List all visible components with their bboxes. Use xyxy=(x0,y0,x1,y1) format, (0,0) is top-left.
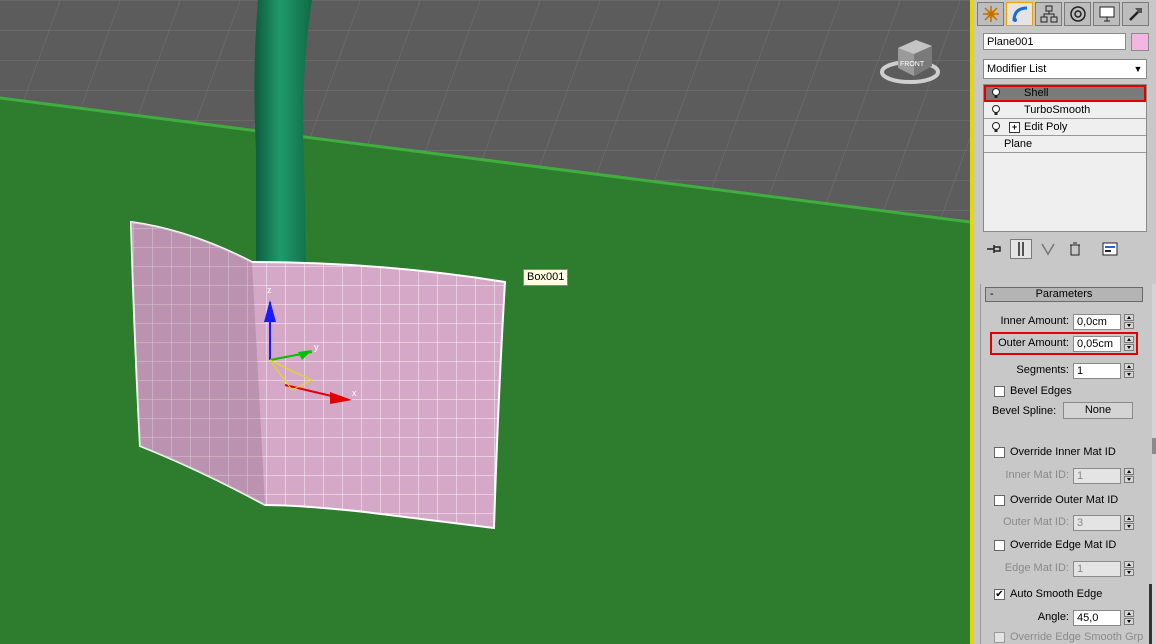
outer-mat-id-label: Outer Mat ID: xyxy=(1002,516,1069,528)
hierarchy-icon xyxy=(1040,5,1057,23)
bevel-edges-label: Bevel Edges xyxy=(1010,385,1072,397)
stack-item-label: Edit Poly xyxy=(1024,121,1068,133)
lightbulb-icon[interactable] xyxy=(990,104,1002,116)
inner-mat-id-spinner[interactable] xyxy=(1124,468,1134,484)
object-color-swatch[interactable] xyxy=(1131,33,1149,51)
override-edge-mat-label: Override Edge Mat ID xyxy=(1010,539,1117,551)
stack-item-label: TurboSmooth xyxy=(1024,104,1091,116)
tab-modify[interactable] xyxy=(1006,2,1033,26)
configure-icon xyxy=(1102,242,1118,256)
modifier-list-label: Modifier List xyxy=(987,63,1047,75)
segments-field[interactable]: 1 xyxy=(1073,363,1121,379)
bevel-spline-label: Bevel Spline: xyxy=(992,405,1057,417)
override-outer-mat-checkbox[interactable] xyxy=(994,495,1005,506)
bevel-spline-button[interactable]: None xyxy=(1063,402,1133,419)
utilities-icon xyxy=(1128,8,1142,21)
show-end-result-button[interactable] xyxy=(1010,239,1032,259)
override-edge-mat-checkbox[interactable] xyxy=(994,540,1005,551)
override-outer-mat-label: Override Outer Mat ID xyxy=(1010,494,1119,506)
viewcube-front-label: FRONT xyxy=(900,61,925,68)
edge-mat-id-spinner[interactable] xyxy=(1124,561,1134,577)
expand-plus-icon[interactable]: + xyxy=(1009,122,1020,133)
angle-field[interactable]: 45,0 xyxy=(1073,610,1121,626)
stack-item-shell[interactable]: Shell xyxy=(984,85,1146,102)
viewport-scene: z y x xyxy=(0,0,970,644)
command-panel-tabs xyxy=(977,2,1151,26)
segments-spinner[interactable] xyxy=(1124,363,1134,379)
command-panel: Plane001 Modifier List ▼ Shell TurboSmoo… xyxy=(974,0,1156,644)
stack-item-label: Plane xyxy=(1004,138,1033,150)
outer-amount-field[interactable]: 0,05cm xyxy=(1073,336,1121,352)
stack-item-turbosmooth[interactable]: TurboSmooth xyxy=(984,102,1146,119)
outer-mat-id-field[interactable]: 3 xyxy=(1073,515,1121,531)
display-icon xyxy=(1099,6,1114,22)
perspective-viewport[interactable]: z y x FRONT Box001 xyxy=(0,0,970,644)
stack-item-plane[interactable]: Plane xyxy=(984,136,1146,153)
lightbulb-icon[interactable] xyxy=(990,121,1002,133)
panel-scrollbar[interactable] xyxy=(1152,284,1156,644)
svg-text:x: x xyxy=(352,388,357,398)
inner-amount-spinner[interactable] xyxy=(1124,314,1134,330)
edge-mat-id-label: Edge Mat ID: xyxy=(1004,562,1069,574)
outer-amount-spinner[interactable] xyxy=(1124,336,1134,352)
modifier-stack: Shell TurboSmooth + Edit Poly Plane xyxy=(983,84,1147,232)
parameters-rollout-header[interactable]: - Parameters xyxy=(985,287,1143,302)
chevron-down-icon: ▼ xyxy=(1133,64,1143,74)
lightbulb-icon[interactable] xyxy=(990,87,1002,99)
panel-edge-bar xyxy=(1149,584,1152,644)
auto-smooth-edge-label: Auto Smooth Edge xyxy=(1010,588,1103,600)
modify-icon xyxy=(1012,6,1027,22)
angle-spinner[interactable] xyxy=(1124,610,1134,626)
inner-amount-label: Inner Amount: xyxy=(1000,315,1070,327)
tab-utilities[interactable] xyxy=(1122,2,1149,26)
trash-icon xyxy=(1070,242,1080,256)
viewcube[interactable]: FRONT xyxy=(880,36,940,86)
modifier-list-dropdown[interactable]: Modifier List ▼ xyxy=(983,59,1147,79)
pin-stack-button[interactable] xyxy=(983,239,1005,259)
stack-item-label: Shell xyxy=(1024,87,1049,99)
object-tooltip: Box001 xyxy=(523,269,569,286)
make-unique-button[interactable] xyxy=(1037,239,1059,259)
inner-mat-id-label: Inner Mat ID: xyxy=(1005,469,1069,481)
end-result-icon xyxy=(1018,242,1024,256)
outer-amount-label: Outer Amount: xyxy=(998,337,1069,349)
object-name-field[interactable]: Plane001 xyxy=(983,33,1126,50)
edge-mat-id-field[interactable]: 1 xyxy=(1073,561,1121,577)
inner-mat-id-field[interactable]: 1 xyxy=(1073,468,1121,484)
motion-icon xyxy=(1069,6,1086,22)
rollout-title: Parameters xyxy=(1035,288,1093,300)
auto-smooth-edge-checkbox[interactable]: ✔ xyxy=(994,589,1005,600)
override-inner-mat-checkbox[interactable] xyxy=(994,447,1005,458)
svg-text:y: y xyxy=(314,342,319,352)
tab-motion[interactable] xyxy=(1064,2,1091,26)
outer-mat-id-spinner[interactable] xyxy=(1124,515,1134,531)
create-icon xyxy=(982,6,999,22)
segments-label: Segments: xyxy=(1016,364,1069,376)
inner-amount-field[interactable]: 0,0cm xyxy=(1073,314,1121,330)
svg-text:z: z xyxy=(267,285,272,295)
override-edge-smooth-checkbox[interactable] xyxy=(994,632,1005,643)
tab-display[interactable] xyxy=(1093,2,1120,26)
tab-create[interactable] xyxy=(977,2,1004,26)
stack-item-edit-poly[interactable]: + Edit Poly xyxy=(984,119,1146,136)
override-edge-smooth-label: Override Edge Smooth Grp xyxy=(1010,631,1144,643)
pin-icon xyxy=(987,245,1001,253)
configure-modifier-sets-button[interactable] xyxy=(1099,239,1121,259)
remove-modifier-button[interactable] xyxy=(1064,239,1086,259)
override-inner-mat-label: Override Inner Mat ID xyxy=(1010,446,1116,458)
parameters-rollout: - Parameters Inner Amount: 0,0cm Outer A… xyxy=(980,284,1147,644)
make-unique-icon xyxy=(1041,243,1055,256)
scrollbar-thumb[interactable] xyxy=(1152,438,1156,454)
bevel-edges-checkbox[interactable] xyxy=(994,386,1005,397)
tab-hierarchy[interactable] xyxy=(1035,2,1062,26)
stack-toolbar xyxy=(983,238,1153,260)
collapse-icon: - xyxy=(990,288,994,300)
angle-label: Angle: xyxy=(1037,611,1069,623)
